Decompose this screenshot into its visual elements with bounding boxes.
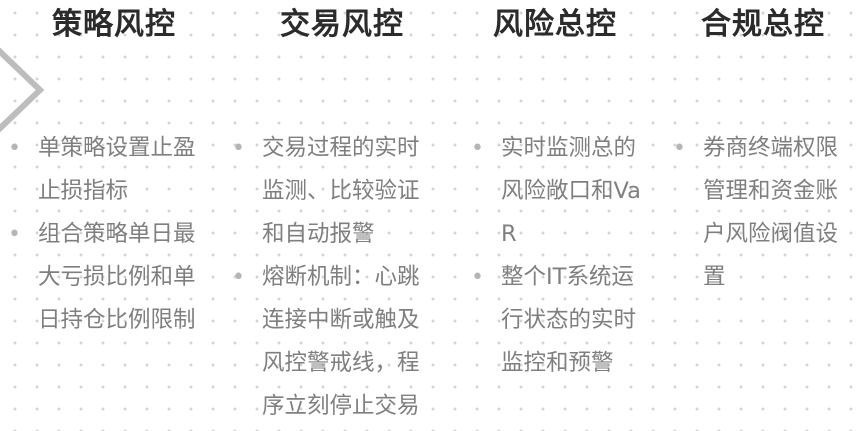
list-item: • 单策略设置止盈止损指标 — [8, 127, 212, 213]
item-list: • 单策略设置止盈止损指标 • 组合策略单日最大亏损比例和单日持仓比例限制 — [8, 127, 212, 342]
bullet-icon: • — [673, 136, 686, 161]
list-item: • 组合策略单日最大亏损比例和单日持仓比例限制 — [8, 213, 212, 342]
bullet-icon: • — [471, 265, 484, 290]
chevron-right-icon — [0, 47, 45, 133]
item-list: • 交易过程的实时监测、比较验证和自动报警 • 熔断机制：心跳连接中断或触及风控… — [232, 127, 434, 428]
bullet-icon: • — [471, 136, 484, 161]
item-text: 组合策略单日最大亏损比例和单日持仓比例限制 — [38, 221, 196, 333]
item-text: 单策略设置止盈止损指标 — [38, 135, 196, 204]
item-list: • 实时监测总的风险敞口和VaR • 整个IT系统运行状态的实时监控和预警 — [471, 127, 651, 385]
item-text: 整个IT系统运行状态的实时监控和预警 — [501, 264, 637, 376]
item-text: 熔断机制：心跳连接中断或触及风控警戒线，程序立刻停止交易 — [262, 264, 420, 419]
bullet-icon: • — [232, 136, 245, 161]
list-item: • 整个IT系统运行状态的实时监控和预警 — [471, 256, 651, 385]
list-item: • 熔断机制：心跳连接中断或触及风控警戒线，程序立刻停止交易 — [232, 256, 434, 428]
bullet-icon: • — [8, 222, 21, 247]
column-title: 交易风控 — [280, 7, 404, 42]
list-item: • 交易过程的实时监测、比较验证和自动报警 — [232, 127, 434, 256]
item-text: 交易过程的实时监测、比较验证和自动报警 — [262, 135, 420, 247]
item-text: 券商终端权限管理和资金账户风险阀值设置 — [703, 135, 839, 290]
column-title: 风险总控 — [493, 7, 617, 42]
bullet-icon: • — [232, 265, 245, 290]
list-item: • 券商终端权限管理和资金账户风险阀值设置 — [673, 127, 853, 299]
bullet-icon: • — [8, 136, 21, 161]
item-list: • 券商终端权限管理和资金账户风险阀值设置 — [673, 127, 853, 299]
column-title: 策略风控 — [52, 7, 176, 42]
item-text: 实时监测总的风险敞口和VaR — [501, 135, 641, 247]
list-item: • 实时监测总的风险敞口和VaR — [471, 127, 651, 256]
column-title: 合规总控 — [701, 7, 825, 42]
